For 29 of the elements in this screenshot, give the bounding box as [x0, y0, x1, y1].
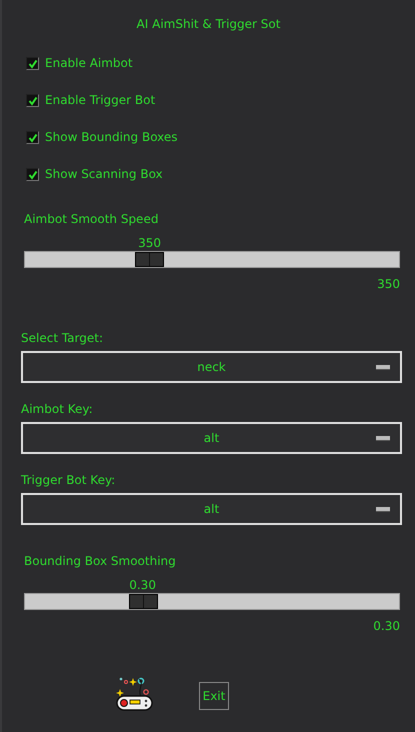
slider-reading: 0.30 — [373, 619, 400, 633]
slider-reading: 350 — [377, 277, 400, 291]
slider-label: Bounding Box Smoothing — [24, 553, 177, 569]
slider-thumb[interactable] — [128, 594, 158, 609]
slider-value: 0.30 — [129, 577, 156, 593]
slider-value: 350 — [138, 235, 161, 251]
dropdown[interactable]: neck — [21, 351, 402, 383]
checkbox[interactable] — [26, 94, 39, 107]
dropdown-indicator-icon — [376, 436, 390, 441]
checkbox-label[interactable]: Enable Trigger Bot — [45, 92, 156, 109]
dropdown-label: Trigger Bot Key: — [21, 473, 116, 487]
dropdown[interactable]: alt — [21, 493, 402, 525]
checkbox-label[interactable]: Show Scanning Box — [45, 166, 163, 183]
dropdown-indicator-icon — [376, 507, 390, 512]
checkbox[interactable] — [26, 57, 39, 70]
exit-button[interactable]: Exit — [199, 682, 229, 710]
slider-track[interactable] — [24, 593, 400, 610]
dropdown[interactable]: alt — [21, 422, 402, 454]
checkbox[interactable] — [26, 131, 39, 144]
slider-label: Aimbot Smooth Speed — [24, 211, 160, 227]
slider-thumb[interactable] — [135, 252, 164, 267]
dropdown-label: Aimbot Key: — [21, 402, 93, 416]
dropdown-label: Select Target: — [21, 331, 104, 345]
checkbox-label[interactable]: Show Bounding Boxes — [45, 129, 178, 146]
window-title: AI AimShit & Trigger Sot — [136, 17, 280, 31]
slider-track[interactable] — [24, 251, 400, 268]
checkbox[interactable] — [26, 168, 39, 181]
checkbox-label[interactable]: Enable Aimbot — [45, 55, 133, 72]
dropdown-indicator-icon — [376, 365, 390, 370]
